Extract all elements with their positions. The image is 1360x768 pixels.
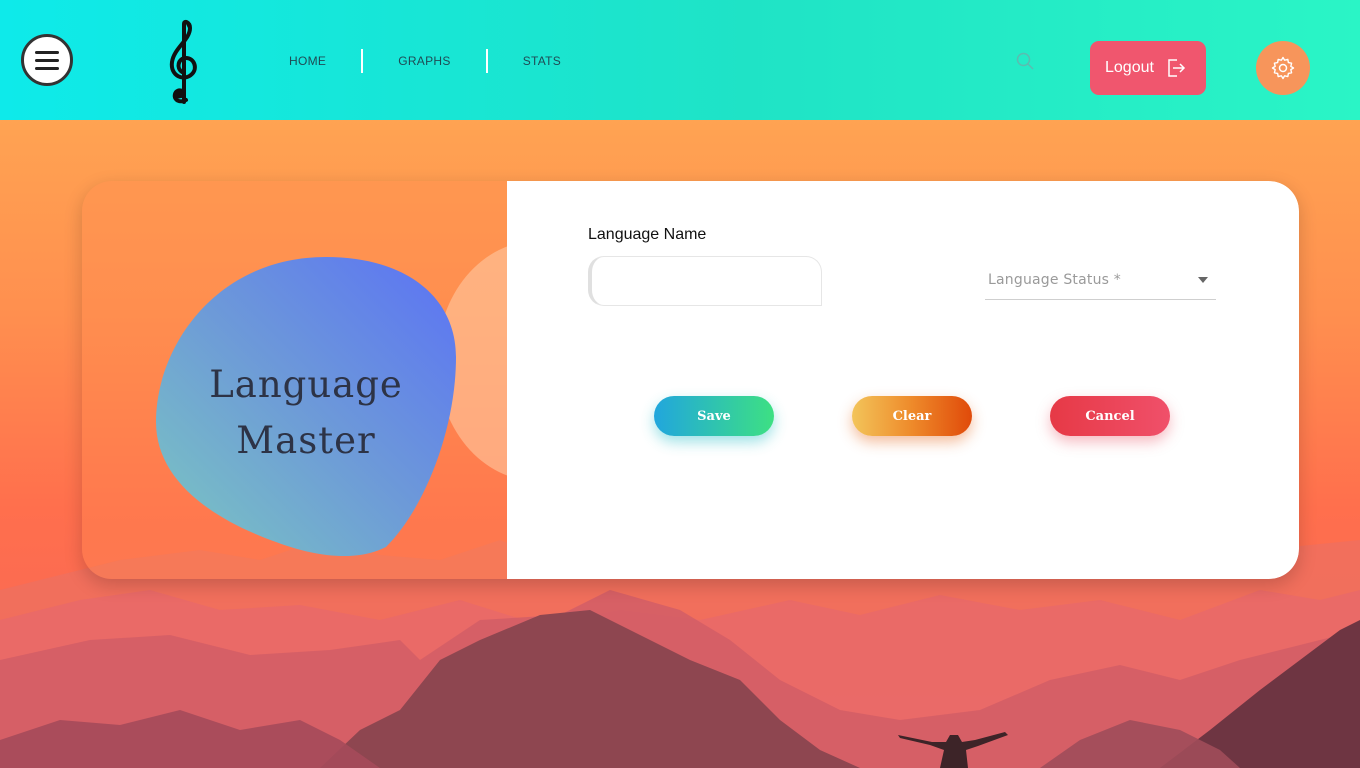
settings-button[interactable] bbox=[1256, 41, 1310, 95]
card-illustration-panel: Language Master bbox=[82, 181, 637, 579]
menu-icon-line bbox=[35, 58, 59, 62]
language-name-input[interactable] bbox=[588, 256, 822, 306]
search-icon[interactable] bbox=[1015, 51, 1035, 71]
language-master-card: Language Master Language Name Language S… bbox=[82, 181, 1299, 579]
logout-button[interactable]: Logout bbox=[1090, 41, 1206, 95]
clear-button[interactable]: Clear bbox=[852, 396, 972, 436]
page-title-line2: Master bbox=[236, 419, 376, 462]
language-status-select[interactable]: Language Status * bbox=[985, 267, 1216, 300]
page-title-line1: Language bbox=[209, 363, 403, 406]
language-name-label: Language Name bbox=[588, 226, 707, 243]
cancel-button[interactable]: Cancel bbox=[1050, 396, 1170, 436]
main-nav: HOME GRAPHS STATS bbox=[270, 48, 596, 74]
page-title: Language Master bbox=[156, 357, 456, 469]
gear-icon bbox=[1271, 56, 1295, 80]
treble-clef-logo-icon[interactable] bbox=[160, 18, 208, 104]
logout-label: Logout bbox=[1105, 59, 1154, 76]
nav-graphs[interactable]: GRAPHS bbox=[363, 54, 485, 68]
form-panel: Language Name Language Status * Save Cle… bbox=[507, 181, 1299, 579]
save-button[interactable]: Save bbox=[654, 396, 774, 436]
menu-icon-line bbox=[35, 66, 59, 70]
nav-stats[interactable]: STATS bbox=[488, 54, 596, 68]
language-status-label: Language Status * bbox=[988, 272, 1122, 288]
logout-icon bbox=[1168, 59, 1185, 77]
nav-home[interactable]: HOME bbox=[270, 54, 361, 68]
menu-icon-line bbox=[35, 50, 59, 54]
top-header: HOME GRAPHS STATS Logout bbox=[0, 0, 1360, 120]
menu-button[interactable] bbox=[21, 34, 73, 86]
chevron-down-icon bbox=[1198, 277, 1208, 283]
